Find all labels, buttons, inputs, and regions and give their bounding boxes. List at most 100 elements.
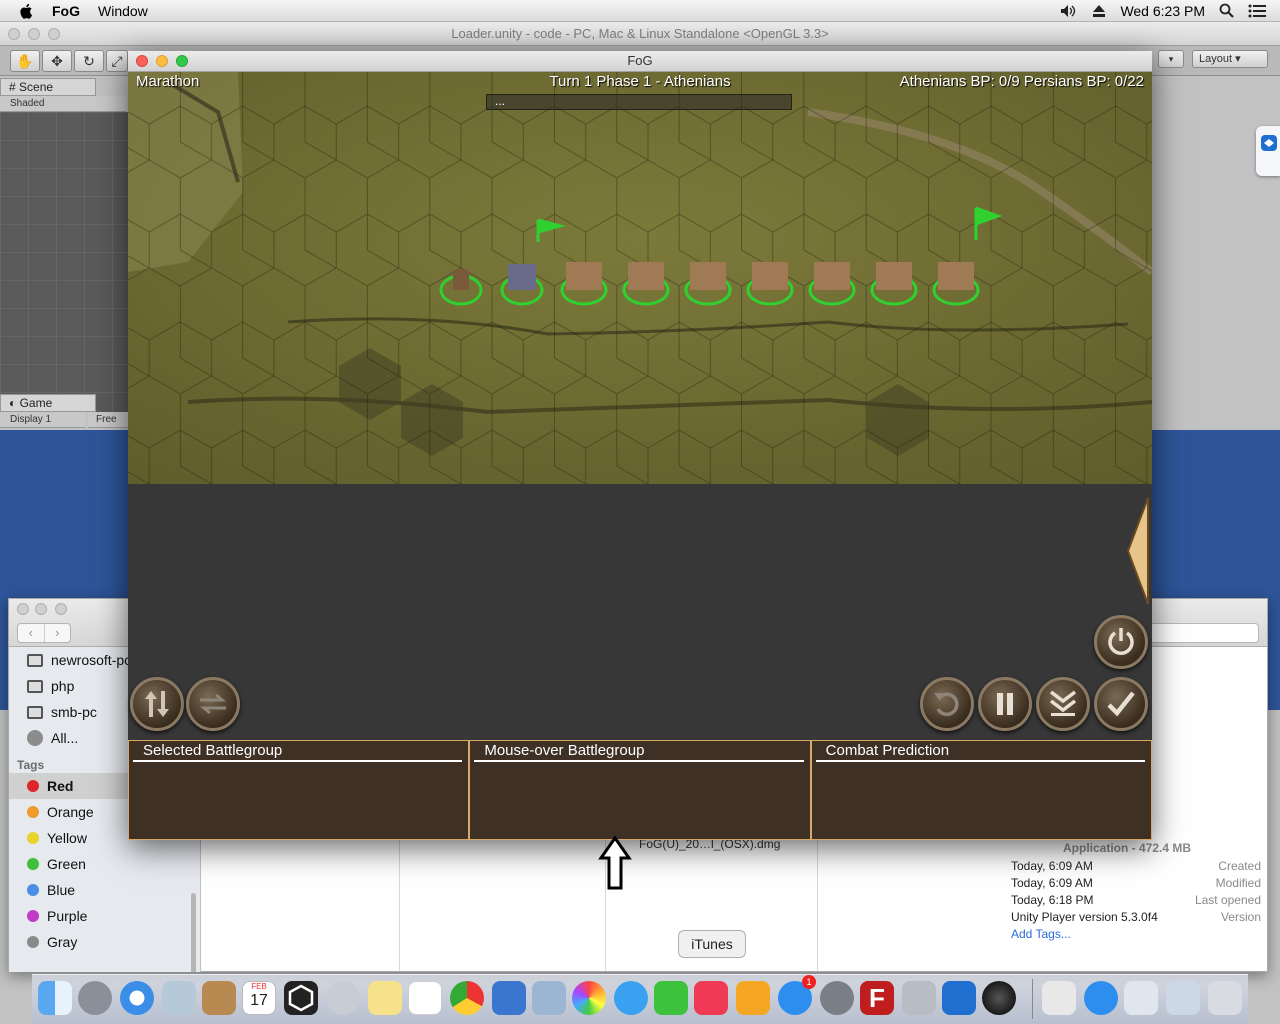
- back-icon[interactable]: ‹: [18, 624, 44, 642]
- scene-view[interactable]: [0, 112, 128, 412]
- forward-icon[interactable]: ›: [43, 624, 71, 642]
- scene-tab-label: Scene: [19, 80, 54, 94]
- apple-icon[interactable]: [18, 3, 36, 19]
- facetime-icon[interactable]: [654, 981, 688, 1015]
- xcode-icon[interactable]: [492, 981, 526, 1015]
- power-icon: [1108, 628, 1134, 655]
- finder-icon[interactable]: [38, 981, 72, 1015]
- display-dropdown[interactable]: Display 1: [0, 412, 86, 428]
- game-hud: Marathon Turn 1 Phase 1 - Athenians Athe…: [128, 72, 1152, 94]
- tag-dot-icon: [27, 780, 39, 792]
- aspect-dropdown[interactable]: Free As: [88, 412, 128, 440]
- side-panel-toggle[interactable]: [1126, 496, 1150, 606]
- sort-units-button[interactable]: [130, 677, 184, 731]
- spotlight-search-icon[interactable]: [1219, 3, 1234, 18]
- document-icon[interactable]: [1042, 981, 1076, 1015]
- screenshots-stack-icon[interactable]: [1166, 981, 1200, 1015]
- column-divider[interactable]: [399, 837, 400, 971]
- layout-dropdown[interactable]: Layout ▾: [1192, 50, 1268, 68]
- launchpad-icon[interactable]: [78, 981, 112, 1015]
- dock-separator: [1032, 979, 1033, 1019]
- hand-tool-icon[interactable]: ✋: [10, 50, 40, 72]
- messages-icon[interactable]: [614, 981, 648, 1015]
- tag-blue[interactable]: Blue: [9, 877, 200, 903]
- double-chevron-down-icon: [1049, 690, 1077, 716]
- filezilla-icon[interactable]: F: [860, 981, 894, 1015]
- sidebar-item-label: newrosoft-pc: [51, 652, 132, 668]
- panel-heading: Mouse-over Battlegroup: [474, 741, 804, 762]
- menu-bar: FoG Window Wed 6:23 PM: [0, 0, 1280, 22]
- image-capture-icon[interactable]: [532, 981, 566, 1015]
- end-turn-button[interactable]: [1094, 677, 1148, 731]
- fog-app-icon[interactable]: [982, 981, 1016, 1015]
- teamviewer-tab[interactable]: [1256, 126, 1280, 176]
- undo-button[interactable]: [920, 677, 974, 731]
- fog-minimize-icon[interactable]: [156, 55, 168, 67]
- hex-map[interactable]: [128, 72, 1152, 484]
- dock-tooltip: iTunes: [678, 930, 746, 958]
- rotate-tool-icon[interactable]: ↻: [74, 50, 104, 72]
- sidebar-scrollbar[interactable]: [191, 893, 196, 972]
- finder-search-input[interactable]: [1149, 623, 1259, 643]
- notes-icon[interactable]: [368, 981, 402, 1015]
- unity-icon[interactable]: [284, 981, 318, 1015]
- tag-green[interactable]: Green: [9, 851, 200, 877]
- photos-icon[interactable]: [572, 981, 606, 1015]
- menu-window[interactable]: Window: [98, 3, 148, 19]
- calendar-icon[interactable]: FEB 17: [242, 981, 276, 1015]
- ibooks-icon[interactable]: [736, 981, 770, 1015]
- system-preferences-icon[interactable]: [820, 981, 854, 1015]
- notification-center-icon[interactable]: [1248, 4, 1266, 18]
- scene-shading-dropdown[interactable]: Shaded: [0, 96, 126, 112]
- quit-button[interactable]: [1094, 615, 1148, 669]
- panel-heading: Combat Prediction: [815, 741, 1145, 762]
- trash-icon[interactable]: [1208, 981, 1242, 1015]
- finder-zoom-icon[interactable]: [55, 603, 67, 615]
- fog-zoom-icon[interactable]: [176, 55, 188, 67]
- itunes-icon[interactable]: [694, 981, 728, 1015]
- chrome-icon[interactable]: [450, 981, 484, 1015]
- layers-dropdown[interactable]: ▾: [1158, 50, 1184, 68]
- battle-map[interactable]: [128, 72, 1152, 484]
- preview-icon[interactable]: [162, 981, 196, 1015]
- move-tool-icon[interactable]: ✥: [42, 50, 72, 72]
- finder-close-icon[interactable]: [17, 603, 29, 615]
- volume-icon[interactable]: [1060, 4, 1078, 18]
- reminders-icon[interactable]: [408, 981, 442, 1015]
- swap-button[interactable]: [186, 677, 240, 731]
- left-arrow-icon: [1126, 497, 1149, 605]
- zoom-icon[interactable]: [48, 28, 60, 40]
- add-tags-link[interactable]: Add Tags...: [1011, 927, 1071, 941]
- scale-tool-icon[interactable]: ⤢: [106, 50, 128, 72]
- app-store-icon[interactable]: 1: [778, 975, 816, 1015]
- game-tab[interactable]: ◐ Game: [0, 394, 96, 412]
- panel-heading: Selected Battlegroup: [133, 741, 463, 762]
- contacts-icon[interactable]: [202, 981, 236, 1015]
- disk-utility-icon[interactable]: [902, 981, 936, 1015]
- safari-icon[interactable]: [120, 981, 154, 1015]
- message-box[interactable]: ...: [486, 94, 792, 110]
- downloads-stack-icon[interactable]: [1124, 981, 1158, 1015]
- dock: FEB 17 1 F: [32, 974, 1248, 1024]
- network-utility-icon[interactable]: [326, 981, 360, 1015]
- tag-dot-icon: [27, 806, 39, 818]
- tag-dot-icon: [27, 910, 39, 922]
- tag-gray[interactable]: Gray: [9, 929, 200, 955]
- column-divider[interactable]: [817, 837, 818, 971]
- finder-minimize-icon[interactable]: [35, 603, 47, 615]
- scene-tab[interactable]: # Scene: [0, 78, 96, 96]
- fog-close-icon[interactable]: [136, 55, 148, 67]
- teamviewer-dock-icon[interactable]: [942, 981, 976, 1015]
- tag-label: Blue: [47, 882, 76, 898]
- menu-app-fog[interactable]: FoG: [52, 3, 80, 19]
- next-unit-button[interactable]: [1036, 677, 1090, 731]
- applications-folder-icon[interactable]: [1084, 981, 1118, 1015]
- last-opened-value: Today, 6:18 PM: [1011, 893, 1094, 907]
- fog-game-window: FoG Marathon Turn 1 Phase 1 - Athenians …: [128, 51, 1152, 840]
- eject-icon[interactable]: [1092, 4, 1106, 18]
- close-icon[interactable]: [8, 28, 20, 40]
- menubar-clock[interactable]: Wed 6:23 PM: [1120, 3, 1205, 19]
- pause-button[interactable]: [978, 677, 1032, 731]
- minimize-icon[interactable]: [28, 28, 40, 40]
- tag-purple[interactable]: Purple: [9, 903, 200, 929]
